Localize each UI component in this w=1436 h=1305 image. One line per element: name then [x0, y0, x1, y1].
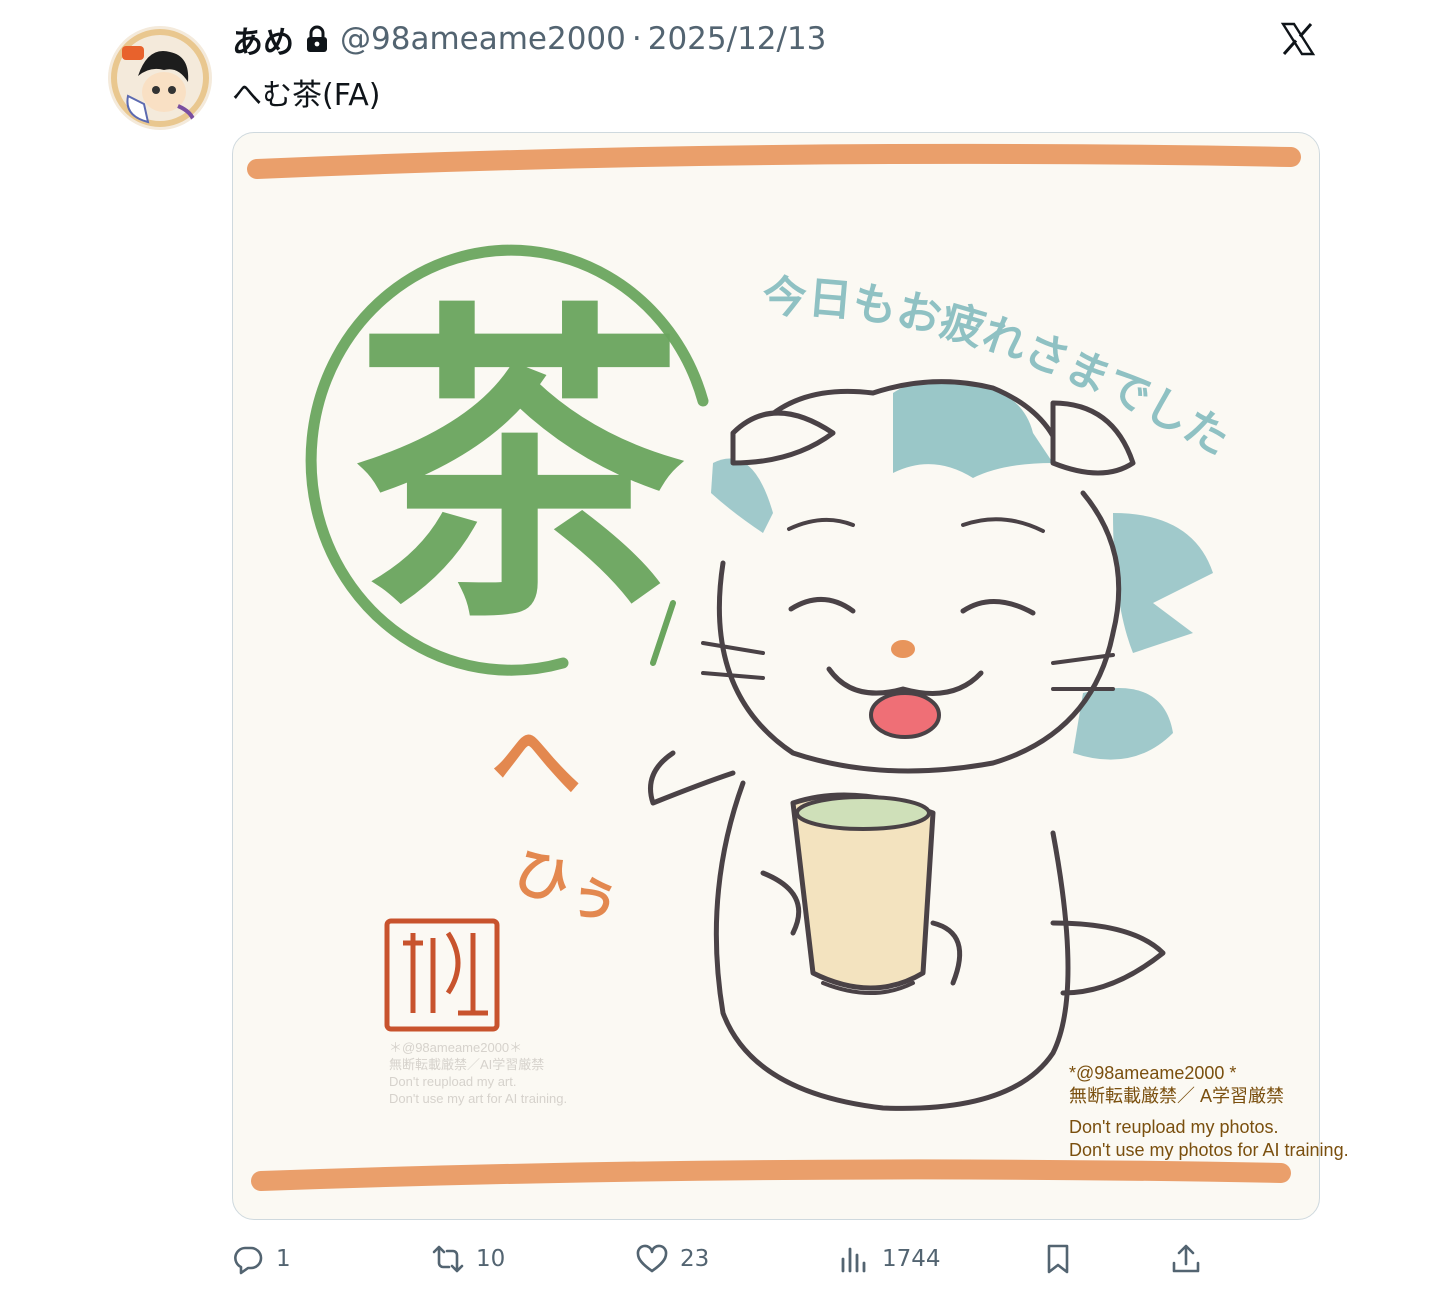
share-icon [1172, 1244, 1200, 1273]
views-count: 1744 [882, 1246, 941, 1272]
bookmark-icon [1047, 1244, 1069, 1274]
reply-icon [234, 1246, 263, 1275]
tweet-date[interactable]: 2025/12/13 [648, 21, 827, 57]
bottom-stripe [251, 1159, 1291, 1191]
retweet-count: 10 [476, 1246, 506, 1272]
tweet-media[interactable]: 茶 今日もお疲れさまでした。 へ ひぅ [232, 132, 1320, 1220]
watermark-left: ＊@98ameame2000＊ 無断転載厳禁／AI学習厳禁 Don't reup… [389, 1039, 567, 1107]
reply-button[interactable]: 1 [232, 1236, 291, 1282]
share-button[interactable] [1170, 1236, 1202, 1282]
bookmark-button[interactable] [1042, 1236, 1074, 1282]
handle[interactable]: @98ameame2000 [340, 21, 626, 57]
tweet-header: あめ @98ameame2000 · 2025/12/13 [232, 17, 827, 62]
avatar[interactable] [108, 26, 212, 130]
sound-effect-hiu: ひぅ [504, 838, 631, 937]
views-icon [841, 1247, 866, 1273]
watermark-right-line: *@98ameame2000 * [1069, 1063, 1237, 1083]
x-logo-icon[interactable] [1280, 21, 1316, 57]
watermark-left-line: 無断転載厳禁／AI学習厳禁 [389, 1057, 545, 1072]
watermark-left-line: Don't use my art for AI training. [389, 1091, 568, 1106]
watermark-right-line: Don't reupload my photos. [1069, 1117, 1279, 1137]
watermark-left-line: Don't reupload my art. [389, 1074, 517, 1089]
display-name[interactable]: あめ [232, 17, 294, 62]
like-icon [636, 1244, 668, 1273]
watermark-right: *@98ameame2000 * 無断転載厳禁／ A学習厳禁 Don't reu… [1069, 1062, 1349, 1162]
watermark-right-line: Don't use my photos for AI training. [1069, 1140, 1349, 1160]
retweet-icon [432, 1245, 464, 1273]
tweet-text: へむ茶(FA) [232, 78, 381, 113]
lock-icon [307, 25, 327, 52]
sound-effect-he: へ [491, 710, 581, 815]
circle-kanji: 茶 [354, 277, 689, 661]
views-button[interactable]: 1744 [838, 1236, 941, 1282]
tweet-actions: 1 10 23 1744 [232, 1236, 1318, 1282]
watermark-left-line: ＊@98ameame2000＊ [389, 1040, 523, 1055]
like-button[interactable]: 23 [636, 1236, 709, 1282]
character [648, 379, 1213, 1111]
like-count: 23 [680, 1246, 710, 1272]
seal-stamp [384, 918, 500, 1032]
separator-dot: · [631, 21, 642, 57]
watermark-right-line: 無断転載厳禁／ A学習厳禁 [1069, 1086, 1285, 1106]
top-stripe [247, 143, 1301, 179]
retweet-button[interactable]: 10 [432, 1236, 505, 1282]
reply-count: 1 [276, 1246, 291, 1272]
